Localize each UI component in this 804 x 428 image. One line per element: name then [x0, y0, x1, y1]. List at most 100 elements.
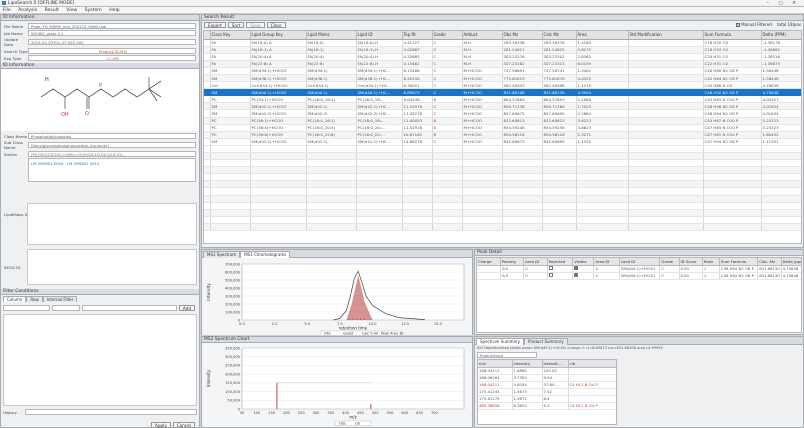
col-header[interactable]: Calc Mz [542, 31, 577, 40]
col-header[interactable]: Class Key [210, 31, 251, 40]
spec-row[interactable]: 175.61275 1.5672 6.4 [478, 395, 616, 403]
visible-checkbox[interactable] [574, 266, 579, 270]
ms2-chart[interactable]: 350,000 300,000 250,000 200,000 150,000 100,0… [202, 343, 472, 427]
menu-system[interactable]: System [85, 8, 102, 13]
smiles-field[interactable]: [P](OCC(O)COC(=O)R)(=O)(O)OC1C(O)C(O)C(O… [28, 151, 196, 157]
filter-column-select[interactable] [3, 305, 51, 311]
table-row[interactable]: PC PC(38:4)+HCOO PC(18:0_20:4) PC(18:0_20:.… [204, 124, 801, 132]
peak-col-header[interactable]: Charge [477, 258, 501, 266]
spec-row[interactable]: 186.06264 3.7363 9.54 [478, 374, 616, 382]
spec-row[interactable]: 175.41245 1.5673 7.52 [478, 388, 616, 396]
export-button[interactable]: Export [204, 22, 226, 28]
menu-view[interactable]: View [66, 8, 77, 13]
peak-col-header[interactable]: Delta (ppm) [781, 258, 801, 266]
tab-spectrum-summary[interactable]: Spectrum Summary [476, 338, 524, 345]
class-name-field[interactable]: Phosphatidylinositols [28, 133, 196, 139]
col-header[interactable]: Lipid Molec [306, 31, 357, 40]
peak-col-header[interactable]: Lipid ID [619, 258, 661, 266]
table-row[interactable]: FA FA(18:0) A FA(18:0) FA(18:0)-H 4.41327 C M-… [204, 39, 801, 47]
spec-col-header[interactable]: Intensity [512, 360, 543, 368]
col-header[interactable]: Obs Mz [502, 31, 543, 40]
col-header[interactable]: Adduct [462, 31, 503, 40]
peak-col-header[interactable]: Calc. Mz [757, 258, 782, 266]
peak-col-header[interactable]: Grade [659, 258, 680, 266]
ms1-chart[interactable]: 700,000 600,000 500,000 400,000 300,000 200,0… [202, 258, 472, 335]
spec-col-header[interactable]: m/z [478, 360, 513, 368]
peak-col-header[interactable]: Rejected [547, 258, 574, 266]
filter-tab-row[interactable]: Row [26, 296, 43, 302]
spec-row[interactable]: 168.04211 4.6054 37.84 C4 H11 N O4 P [478, 381, 616, 389]
col-header[interactable]: Lipid Group Key [250, 31, 307, 40]
add-filter-button[interactable]: Add [178, 305, 195, 311]
exp-type-field[interactable]: LC-MS [28, 55, 196, 61]
filter-tab-column[interactable]: Column [3, 296, 27, 302]
product-ion-select[interactable]: ProductIonsl [477, 352, 537, 358]
peak-col-header[interactable]: Polarity [500, 258, 525, 266]
table-row[interactable]: Cer Cer(d34:1)+HCOO Cer(d34:1) Cer(d34:1)+H… [204, 81, 801, 90]
peak-col-header[interactable]: Sum Formula [719, 258, 759, 266]
peak-cell[interactable] [547, 265, 574, 273]
save-button[interactable]: Save [246, 22, 265, 28]
peak-col-header[interactable]: Rank [702, 258, 720, 266]
col-header[interactable]: Sum Formula [703, 31, 762, 40]
col-header[interactable]: Lipid ID [356, 31, 403, 40]
table-row[interactable]: SM SM(d41:1)+HCOO SM(d41:1) SM(d41:1)+HC...… [204, 138, 801, 146]
peak-col-header[interactable]: Visible [572, 258, 595, 266]
filter-tab-internal[interactable]: Internal Filter [42, 296, 78, 302]
spec-row[interactable]: 485.38658 8.3653 5.4 C4 H11 N O4 P [478, 402, 616, 410]
job-name-field[interactable]: WG482_plate 5.1 [28, 30, 196, 36]
table-row[interactable]: FA FA(20:4) A FA(20:4) FA(20:4)-H 4.32685 C M-… [204, 53, 801, 61]
menu-help[interactable]: Help [109, 8, 119, 13]
visible-checkbox[interactable] [574, 273, 579, 277]
table-row[interactable]: PC PC(34:1)+HCOO PC(16:0_18:1) PC(16:0_18:.… [204, 95, 801, 104]
col-header[interactable]: Grade [432, 31, 463, 40]
table-row[interactable]: SM SM(d42:1)+HCOO SM(d42:1) SM(d42:1)+HC...… [204, 102, 801, 111]
spec-row[interactable]: 168.04211 1.8865 100.00 [478, 367, 616, 375]
peak-row[interactable]: -2/4 0 0 SM(d40:1)+HCOO C 0.00 1 C46 H92 N2 O8 … [477, 265, 801, 273]
filter-list[interactable] [3, 314, 197, 406]
search-type-field[interactable]: Product(ID-MS) [28, 48, 196, 54]
menu-result[interactable]: Result [45, 8, 59, 13]
spec-col-header[interactable]: Intensit... [542, 360, 569, 368]
table-row[interactable]: SM SM(d40:1)+HCOO SM(d40:1) SM(d40:1)+HC...… [204, 88, 801, 97]
history-select[interactable] [25, 409, 197, 415]
update-date-field[interactable]: 2024-02-03T01:47:30Z.000 [28, 39, 196, 45]
tab-product-summary[interactable]: Product Summary [523, 338, 568, 345]
window-controls[interactable]: – ▢ ✕ [767, 0, 800, 7]
file-name-field[interactable]: Plate_YG_MSMS_neg_250125_9060.raw [28, 23, 196, 29]
tab-ms1-chromatogram[interactable]: MS1 Chromatograms [240, 251, 291, 258]
col-header[interactable]: Delta (PPM) [761, 31, 801, 40]
tab-ms1-spectrum[interactable]: MS1 Spectrum [203, 251, 241, 258]
menu-analysis[interactable]: Analysis [18, 8, 37, 13]
table-row[interactable]: PC PC(38:6)+HCOO PC(16:0_22:6) PC(16:0_22:.… [204, 131, 801, 139]
manual-filter-checkbox[interactable]: ✓ [735, 23, 740, 27]
peak-row[interactable]: -2/4 0 0 SM(d40:1)+HCOO C 0.00 1 C46 H92 N2 O8 … [477, 272, 801, 280]
peak-col-header[interactable]: ID Score [679, 258, 703, 266]
spec-col-header[interactable]: Lib [568, 360, 616, 368]
table-row[interactable]: PC PC(36:1)+HCOO PC(18:0_18:1) PC(18:0_18:.… [204, 117, 801, 125]
sub-class-field[interactable]: Diacylglycerophosphoinositols (turnover) [28, 142, 196, 148]
menu-file[interactable]: File [3, 8, 11, 13]
peak-col-header[interactable]: Area ID [593, 258, 620, 266]
rejected-checkbox[interactable] [548, 273, 553, 277]
rejected-checkbox[interactable] [548, 266, 553, 270]
col-header[interactable]: Top Rt [402, 31, 433, 40]
table-row[interactable]: SM SM(d36:1)+HCOO SM(d36:1) SM(d36:1)+HC...… [204, 74, 801, 83]
filter-value-input[interactable] [82, 305, 177, 311]
peak-col-header[interactable]: Area ID [523, 258, 548, 266]
cancel-button[interactable]: Cancel [172, 422, 195, 428]
col-header[interactable]: Std Modification [628, 31, 704, 40]
peak-cell[interactable] [572, 272, 595, 280]
lipidmaps-links[interactable]: LM GP0601 0009 · LM GP0601 0010 [28, 158, 196, 182]
table-row[interactable]: FA FA(18:1) A FA(18:1) FA(18:1)-H 4.02867 C M-… [204, 46, 801, 54]
peak-cell[interactable] [547, 272, 574, 280]
table-row[interactable]: SM SM(d42:2)+HCOO SM(d42:2) SM(d42:2)+HC...… [204, 109, 801, 118]
clear-button[interactable]: Clear [266, 22, 286, 28]
table-row[interactable]: FA FA(22:6) A FA(22:6) FA(22:6)-H 4.13462 C M-… [204, 60, 801, 68]
col-header[interactable]: Area [576, 31, 629, 40]
filter-operator-select[interactable] [52, 305, 81, 311]
table-row[interactable]: SM SM(d34:1)+HCOO SM(d34:1) SM(d34:1)+HC...… [204, 67, 801, 75]
apply-button[interactable]: Apply [150, 422, 171, 428]
sort-button[interactable]: Sort [227, 22, 245, 28]
peak-cell[interactable] [572, 265, 595, 273]
